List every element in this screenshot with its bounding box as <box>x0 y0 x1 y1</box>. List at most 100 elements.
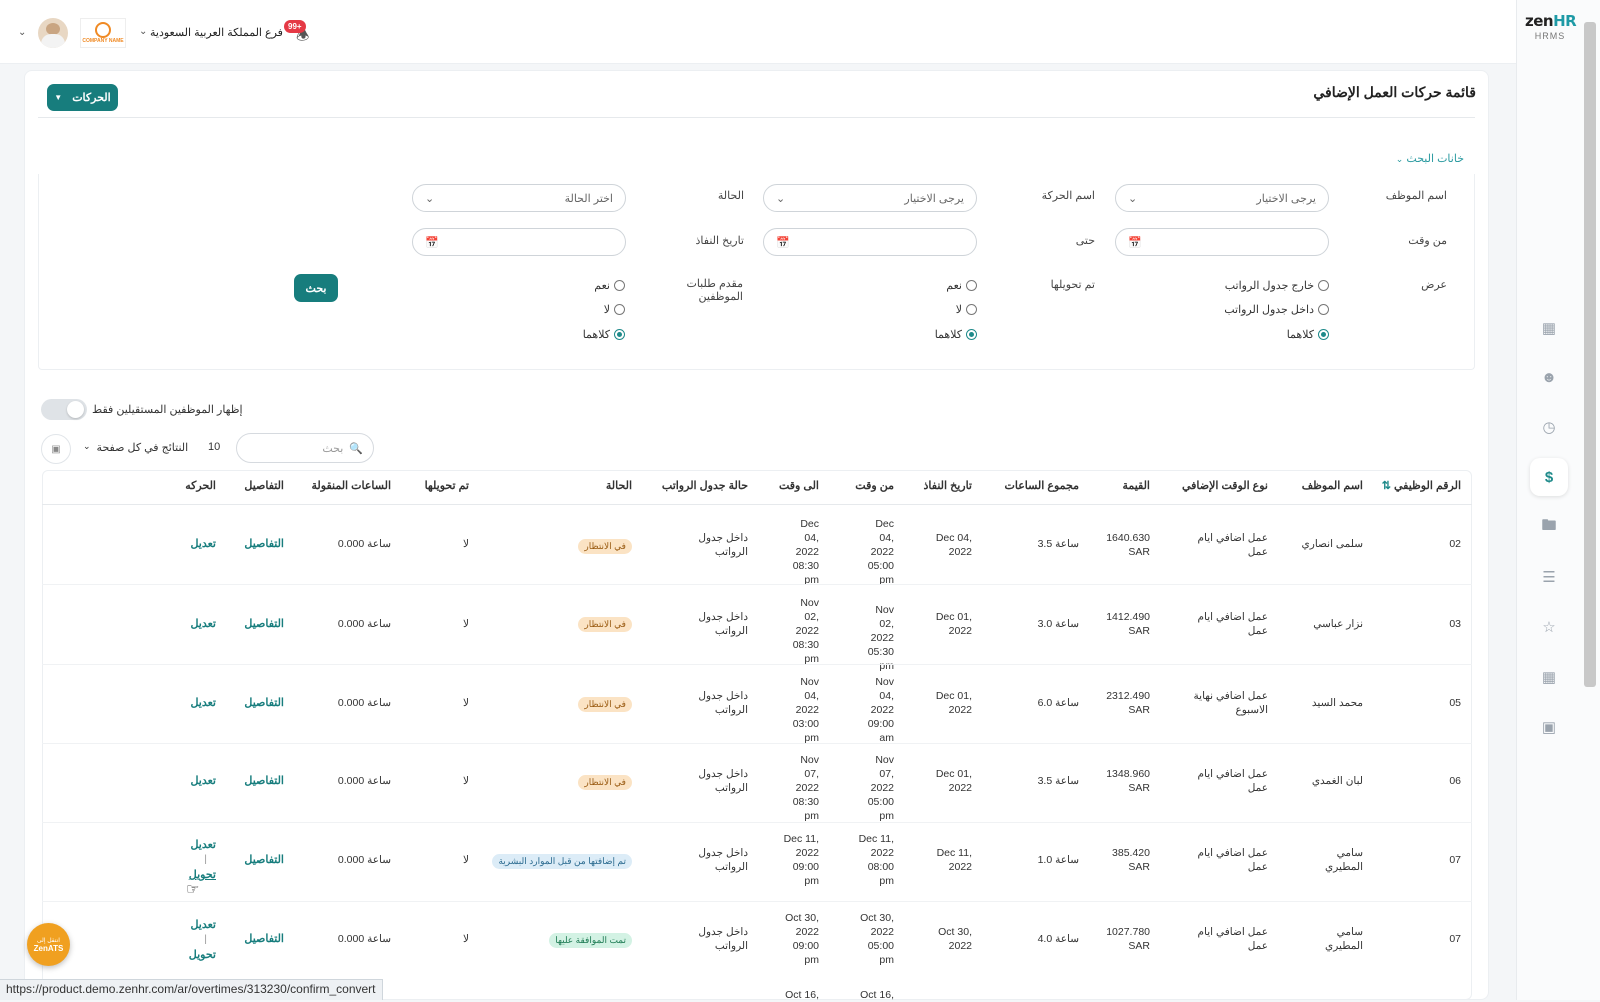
submitter-both-radio[interactable]: كلاهما <box>583 328 625 341</box>
star-icon[interactable]: ☆ <box>1530 608 1568 646</box>
status-select[interactable]: اختر الحالة ⌄ <box>412 184 626 212</box>
scrollbar-thumb[interactable] <box>1584 22 1596 687</box>
bag-icon[interactable]: ▣ <box>1530 708 1568 746</box>
cell-overtime-type: عمل اضافي ايام عمل <box>1197 768 1268 794</box>
cell-to-time: Nov 07, 2022 08:30 pm <box>792 754 819 822</box>
details-link[interactable]: التفاصيل <box>244 696 284 709</box>
radio-label: خارج جدول الرواتب <box>1224 280 1314 292</box>
view-inside-payroll-radio[interactable]: داخل جدول الرواتب <box>1224 303 1329 316</box>
list-icon[interactable]: ☰ <box>1530 558 1568 596</box>
sort-icon: ⇅ <box>1381 480 1391 492</box>
from-time-input[interactable]: 📅 <box>1115 228 1329 256</box>
transaction-name-placeholder: يرجى الاختيار <box>904 192 964 205</box>
effective-date-input[interactable]: 📅 <box>412 228 626 256</box>
branch-selector[interactable]: فرع المملكة العربية السعودية <box>150 26 283 39</box>
cell-employee-id: 07 <box>1449 854 1461 866</box>
submitter-yes-radio[interactable]: نعم <box>594 279 625 292</box>
clock-icon[interactable]: ◷ <box>1530 408 1568 446</box>
col-total-hours: مجموع الساعات <box>1004 480 1080 492</box>
converted-no-radio[interactable]: لا <box>956 303 977 316</box>
details-link[interactable]: التفاصيل <box>244 537 284 550</box>
actions-dropdown-button[interactable]: ▼ الحركات <box>47 84 118 111</box>
cell-employee-name: محمد السيد <box>1311 697 1363 709</box>
per-page-control[interactable]: النتائج في كل صفحة ⌄ <box>83 441 188 454</box>
per-page-value[interactable]: 10 <box>208 441 220 453</box>
cell-converted: لا <box>463 933 469 945</box>
cell-to-time: Nov 02, 2022 08:30 pm <box>792 597 819 665</box>
cell-from-time: Nov 07, 2022 05:00 pm <box>867 754 894 822</box>
search-button[interactable]: بحث <box>294 274 338 302</box>
notification-count-badge[interactable]: 99+ <box>284 20 306 33</box>
details-link[interactable]: التفاصيل <box>244 617 284 630</box>
branch-name: فرع المملكة العربية السعودية <box>150 27 283 39</box>
radio-label: كلاهما <box>1286 329 1314 341</box>
edit-link[interactable]: تعديل <box>190 838 216 851</box>
filters-toggle[interactable]: خانات البحث ⌄ <box>1396 152 1464 165</box>
resigned-toggle[interactable] <box>41 399 87 420</box>
status-label: الحالة <box>717 190 744 202</box>
details-link[interactable]: التفاصيل <box>244 774 284 787</box>
view-outside-payroll-radio[interactable]: خارج جدول الرواتب <box>1225 279 1329 292</box>
details-link[interactable]: التفاصيل <box>244 932 284 945</box>
cell-effective-date: Dec 04, 2022 <box>935 532 972 558</box>
zenats-float-button[interactable]: انتقل إلى ZenATS <box>27 923 70 966</box>
edit-link[interactable]: تعديل <box>190 696 216 709</box>
cell-employee-name: سامي المطيري <box>1325 847 1363 873</box>
cell-to-time: Oct 30, 2022 09:00 pm <box>785 912 819 966</box>
radio-circle-selected <box>1318 329 1329 340</box>
payroll-dollar-icon[interactable]: $ <box>1530 458 1568 496</box>
cell-moved-hours: 0.000 ساعة <box>337 618 391 630</box>
edit-link[interactable]: تعديل <box>190 774 216 787</box>
cell-value: 2312.490 SAR <box>1106 690 1150 716</box>
branch-chevron-icon[interactable]: ⌄ <box>139 26 147 37</box>
cell-to-time: Nov 04, 2022 03:00 pm <box>792 676 819 744</box>
transaction-name-label: اسم الحركة <box>1041 190 1095 202</box>
cell-value: 1640.630 SAR <box>1106 532 1150 558</box>
folder-icon[interactable]: 🖿 <box>1530 508 1568 546</box>
table-search-input[interactable]: بحث 🔍 <box>236 433 374 463</box>
cell-employee-name: سلمى انصاري <box>1301 538 1363 550</box>
convert-link[interactable]: تحويل <box>189 948 216 961</box>
export-icon[interactable]: ▣ <box>41 434 71 464</box>
people-icon[interactable]: ☻ <box>1530 358 1568 396</box>
edit-link[interactable]: تعديل <box>190 918 216 931</box>
cell-to-time: Dec 04, 2022 08:30 pm <box>792 518 819 586</box>
company-logo[interactable]: COMPANY NAME <box>80 18 126 48</box>
col-payroll-status: حالة جدول الرواتب <box>661 480 748 492</box>
cell-moved-hours: 0.000 ساعة <box>337 538 391 550</box>
converted-both-radio[interactable]: كلاهما <box>935 328 977 341</box>
details-link[interactable]: التفاصيل <box>244 853 284 866</box>
action-separator: | <box>204 933 207 945</box>
table-search-placeholder: بحث <box>322 442 344 455</box>
cell-employee-id: 06 <box>1449 775 1461 787</box>
converted-yes-radio[interactable]: نعم <box>946 279 977 292</box>
view-both-radio[interactable]: كلاهما <box>1287 328 1329 341</box>
col-employee-id[interactable]: ⇅ الرقم الوظيفي <box>1382 479 1461 492</box>
col-overtime-type: نوع الوقت الإضافي <box>1181 480 1268 492</box>
submitter-no-radio[interactable]: لا <box>604 303 625 316</box>
zenhr-logo[interactable]: zenHR HRMS <box>1525 12 1577 41</box>
user-menu-chevron-icon[interactable]: ⌄ <box>18 27 26 38</box>
to-time-input[interactable]: 📅 <box>763 228 977 256</box>
cell-overtime-type: عمل اضافي نهاية الاسبوع <box>1193 690 1268 716</box>
radio-circle-selected <box>614 329 625 340</box>
dashboard-icon[interactable]: ▦ <box>1530 309 1568 347</box>
hand-cursor-icon: ☞ <box>186 881 200 898</box>
employee-name-select[interactable]: يرجى الاختيار ⌄ <box>1115 184 1329 212</box>
edit-link[interactable]: تعديل <box>190 537 216 550</box>
col-status: الحالة <box>605 480 632 492</box>
page-title: قائمة حركات العمل الإضافي <box>1313 84 1476 100</box>
edit-link[interactable]: تعديل <box>190 617 216 630</box>
cell-from-time: Dec 04, 2022 05:00 pm <box>867 518 894 586</box>
cell-moved-hours: 0.000 ساعة <box>337 775 391 787</box>
avatar[interactable] <box>38 18 68 48</box>
row-divider <box>42 901 1472 902</box>
transaction-name-select[interactable]: يرجى الاختيار ⌄ <box>763 184 977 212</box>
radio-label: نعم <box>594 280 610 292</box>
chart-icon[interactable]: ▦ <box>1530 658 1568 696</box>
col-moved-hours: الساعات المنقولة <box>311 480 391 492</box>
table-header-divider <box>42 504 1472 505</box>
cell-payroll-status: داخل جدول الرواتب <box>698 926 748 952</box>
col-action: الحركه <box>185 480 216 492</box>
brand-accent: HR <box>1553 12 1577 30</box>
